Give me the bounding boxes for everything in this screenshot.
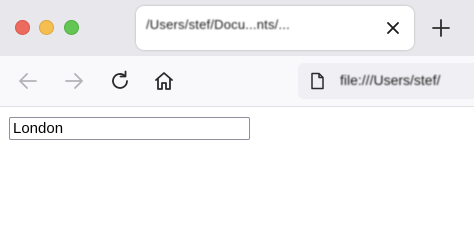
- address-bar[interactable]: file:///Users/stef/: [298, 63, 474, 99]
- window-minimize-button[interactable]: [39, 20, 54, 35]
- reload-icon[interactable]: [108, 69, 132, 93]
- tab-strip: /Users/stef/Docu...nts/...: [0, 0, 474, 56]
- window-maximize-button[interactable]: [64, 20, 79, 35]
- city-input[interactable]: [9, 117, 250, 140]
- page-icon: [308, 72, 326, 90]
- browser-window: /Users/stef/Docu...nts/... file:///Users…: [0, 0, 474, 211]
- browser-tab[interactable]: /Users/stef/Docu...nts/...: [136, 6, 414, 50]
- navigation-toolbar: file:///Users/stef/: [0, 56, 474, 107]
- tab-title: /Users/stef/Docu...nts/...: [146, 17, 290, 32]
- arrow-left-icon[interactable]: [16, 69, 40, 93]
- arrow-right-icon[interactable]: [62, 69, 86, 93]
- url-text: file:///Users/stef/: [340, 72, 441, 88]
- close-icon[interactable]: [384, 19, 402, 37]
- home-icon[interactable]: [152, 69, 176, 93]
- page-content: [0, 107, 474, 211]
- window-close-button[interactable]: [15, 20, 30, 35]
- plus-icon[interactable]: [430, 17, 452, 39]
